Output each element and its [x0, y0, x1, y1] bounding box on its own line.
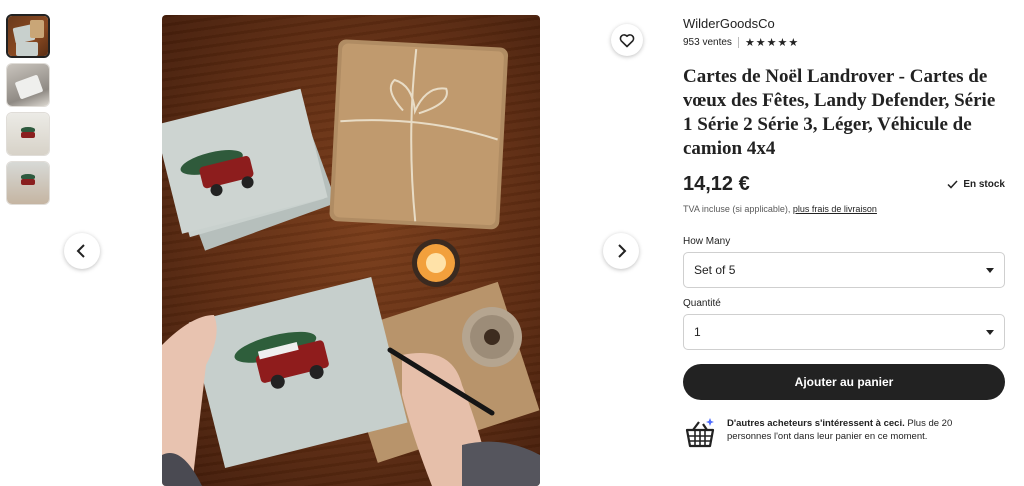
sales-count: 953 ventes: [683, 37, 732, 48]
add-to-cart-button[interactable]: Ajouter au panier: [683, 364, 1005, 400]
tax-note: TVA incluse (si applicable), plus frais …: [683, 204, 1005, 214]
thumbnail-4[interactable]: [6, 161, 50, 205]
chevron-down-icon: [986, 329, 994, 335]
quantity-value: 1: [694, 325, 701, 339]
product-title: Cartes de Noël Landrover - Cartes de vœu…: [683, 66, 996, 159]
thumbnail-1[interactable]: [6, 14, 50, 58]
favorite-button[interactable]: [611, 24, 643, 56]
heart-icon: [619, 33, 635, 47]
chevron-left-icon: [76, 244, 85, 258]
chevron-right-icon: [618, 244, 627, 258]
tax-text: TVA incluse (si applicable),: [683, 204, 793, 214]
notice-text: D'autres acheteurs s'intéressent à ceci.…: [727, 417, 977, 443]
rating-stars[interactable]: ★★★★★: [745, 36, 799, 49]
sales-row: 953 ventes ★★★★★: [683, 36, 1005, 49]
shop-name-link[interactable]: WilderGoodsCo: [683, 16, 1005, 31]
quantity-select[interactable]: 1: [683, 314, 1005, 350]
how-many-select[interactable]: Set of 5: [683, 252, 1005, 288]
how-many-label: How Many: [683, 236, 731, 247]
chevron-down-icon: [986, 267, 994, 273]
how-many-value: Set of 5: [694, 263, 736, 277]
quantity-label: Quantité: [683, 298, 721, 309]
divider: [737, 37, 739, 48]
stock-label: En stock: [963, 179, 1005, 190]
demand-notice: D'autres acheteurs s'intéressent à ceci.…: [683, 417, 1005, 449]
price-row: 14,12 € En stock: [683, 173, 1005, 196]
thumbnail-2[interactable]: [6, 63, 50, 107]
product-photo: [162, 15, 540, 486]
product-price: 14,12 €: [683, 173, 750, 195]
stock-status: En stock: [947, 179, 1005, 190]
next-image-button[interactable]: [603, 233, 639, 269]
check-icon: [947, 180, 958, 189]
photo-illustration: [162, 39, 540, 486]
thumbnail-list: [6, 14, 52, 210]
thumbnail-3[interactable]: [6, 112, 50, 156]
product-details-panel: WilderGoodsCo 953 ventes ★★★★★ Cartes de…: [683, 16, 1005, 449]
basket-icon: [685, 418, 715, 448]
shipping-costs-link[interactable]: plus frais de livraison: [793, 204, 877, 214]
previous-image-button[interactable]: [64, 233, 100, 269]
notice-bold: D'autres acheteurs s'intéressent à ceci.: [727, 418, 905, 429]
